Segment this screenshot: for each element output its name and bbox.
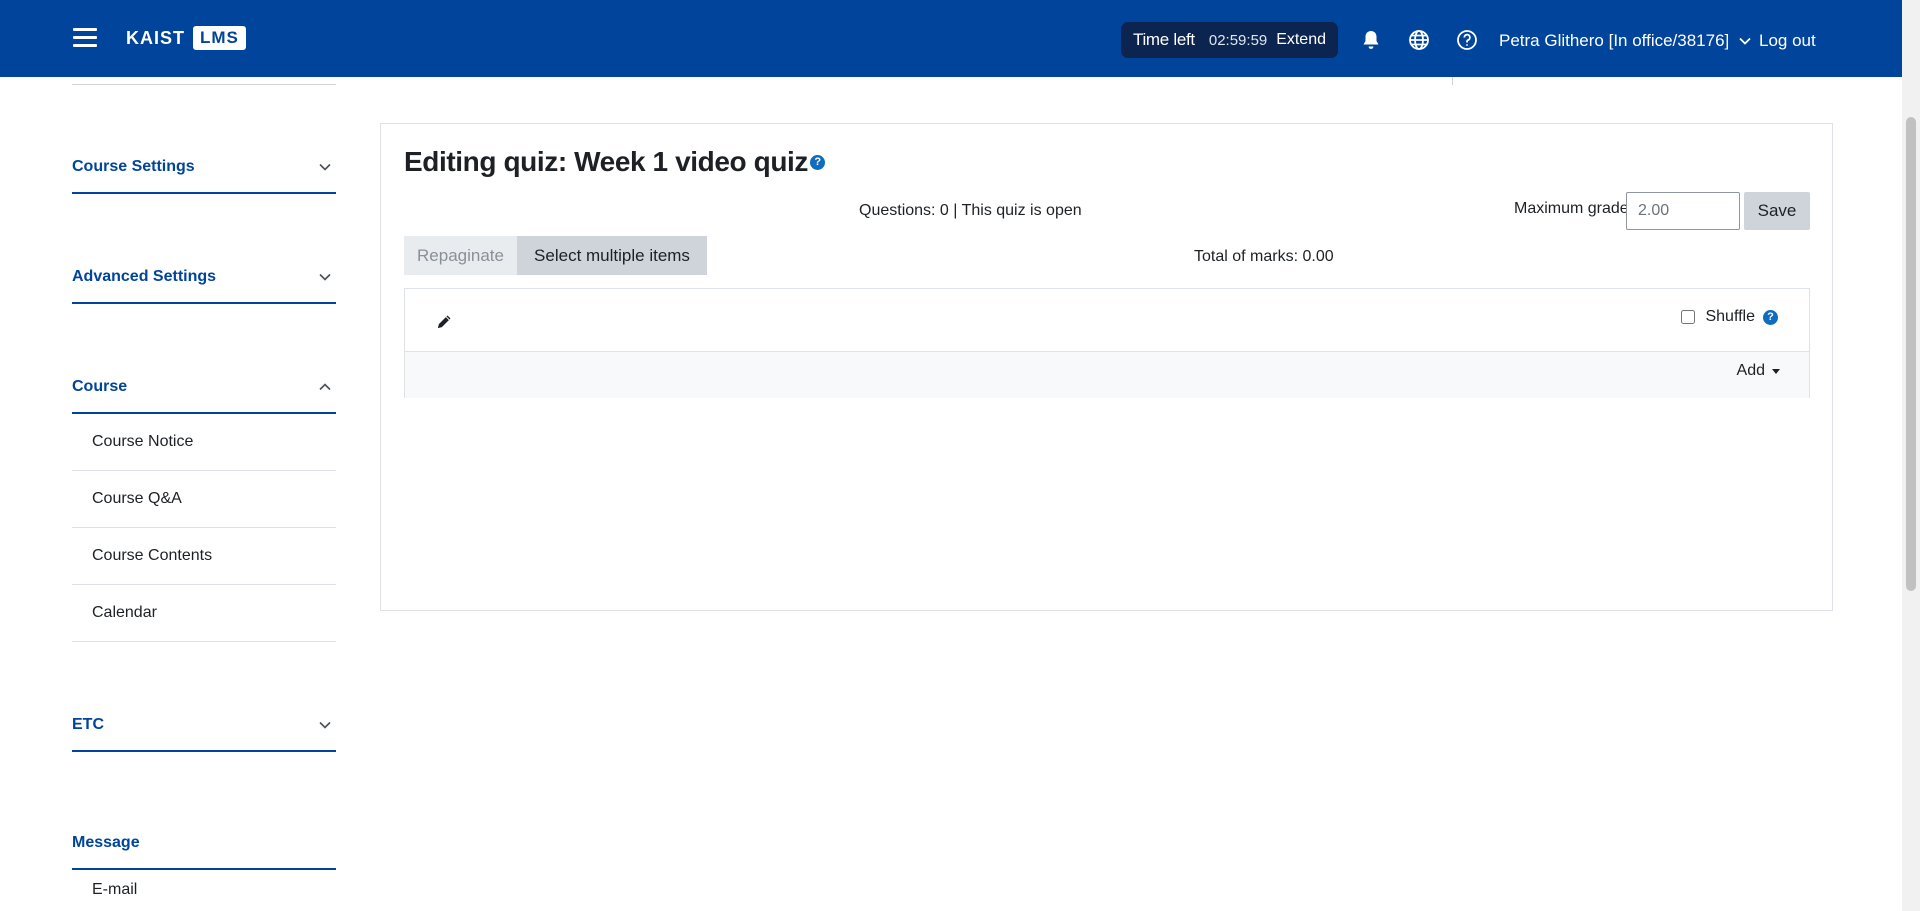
chevron-down-icon — [1739, 37, 1751, 45]
logo-text-lms: LMS — [193, 26, 246, 50]
sidebar-section-label: Course Settings — [72, 158, 195, 175]
help-icon[interactable]: ? — [1763, 309, 1778, 325]
total-marks: Total of marks: 0.00 — [1194, 248, 1334, 265]
shuffle-label: Shuffle — [1705, 308, 1755, 325]
caret-down-icon — [1772, 368, 1780, 374]
page-scrollbar[interactable] — [1902, 0, 1920, 911]
pencil-icon[interactable] — [435, 313, 453, 331]
section-footer: Add — [405, 352, 1809, 398]
chevron-down-icon — [319, 721, 331, 729]
quiz-timer: Time left 02:59:59 Extend — [1121, 22, 1338, 58]
sidebar-item-course-contents[interactable]: Course Contents — [72, 528, 336, 585]
logout-link[interactable]: Log out — [1759, 31, 1816, 51]
help-circle-icon[interactable] — [1455, 28, 1479, 52]
timer-label: Time left — [1133, 30, 1195, 49]
sidebar-section-label: ETC — [72, 716, 104, 733]
sidebar-section-advanced-settings[interactable]: Advanced Settings — [72, 268, 336, 304]
shuffle-checkbox[interactable] — [1681, 310, 1696, 324]
page-title-text: Editing quiz: Week 1 video quiz — [404, 146, 809, 177]
sidebar-section-label: Message — [72, 834, 140, 851]
chevron-up-icon — [319, 383, 331, 391]
sidebar-section-message[interactable]: Message — [72, 834, 336, 870]
user-menu[interactable]: Petra Glithero [In office/38176] — [1499, 31, 1751, 51]
sidebar-section-course[interactable]: Course — [72, 378, 336, 414]
add-label: Add — [1736, 362, 1765, 379]
sidebar-item-email[interactable]: E-mail — [72, 870, 336, 910]
quiz-status: Questions: 0 | This quiz is open — [859, 202, 1082, 219]
add-dropdown[interactable]: Add — [1737, 362, 1780, 380]
scrollbar-thumb[interactable] — [1906, 117, 1916, 591]
page-title: Editing quiz: Week 1 video quiz ? — [404, 146, 826, 178]
chevron-down-icon — [319, 163, 331, 171]
sidebar-item-course-qa[interactable]: Course Q&A — [72, 471, 336, 528]
logo-text-kaist: KAIST — [126, 27, 185, 48]
section-header: Shuffle ? — [405, 289, 1809, 352]
maximum-grade-label: Maximum grade — [1514, 200, 1629, 217]
shuffle-control: Shuffle ? — [1681, 308, 1778, 326]
sidebar-section-label: Course — [72, 378, 128, 395]
timer-value: 02:59:59 — [1208, 31, 1268, 49]
divider — [72, 84, 336, 85]
help-icon[interactable]: ? — [810, 154, 826, 170]
sidebar-item-course-notice[interactable]: Course Notice — [72, 414, 336, 471]
quiz-edit-card: Editing quiz: Week 1 video quiz ? Questi… — [380, 123, 1833, 611]
site-logo[interactable]: KAIST LMS — [126, 22, 246, 54]
bell-icon[interactable] — [1359, 28, 1383, 52]
user-name: Petra Glithero [In office/38176] — [1499, 31, 1730, 50]
save-button[interactable]: Save — [1744, 192, 1810, 230]
top-navbar: KAIST LMS Time left 02:59:59 Extend Petr… — [0, 0, 1920, 77]
sidebar-section-course-settings[interactable]: Course Settings — [72, 158, 336, 194]
menu-icon[interactable] — [73, 28, 97, 48]
globe-icon[interactable] — [1407, 28, 1431, 52]
sidebar-item-calendar[interactable]: Calendar — [72, 585, 336, 642]
divider — [1452, 77, 1453, 85]
sidebar-section-etc[interactable]: ETC — [72, 716, 336, 752]
chevron-down-icon — [319, 273, 331, 281]
repaginate-button: Repaginate — [404, 236, 517, 275]
select-multiple-items-button[interactable]: Select multiple items — [517, 236, 707, 275]
quiz-section: Shuffle ? Add — [404, 288, 1810, 398]
extend-button[interactable]: Extend — [1276, 31, 1326, 49]
sidebar-section-label: Advanced Settings — [72, 268, 217, 285]
maximum-grade-input[interactable] — [1626, 192, 1740, 230]
